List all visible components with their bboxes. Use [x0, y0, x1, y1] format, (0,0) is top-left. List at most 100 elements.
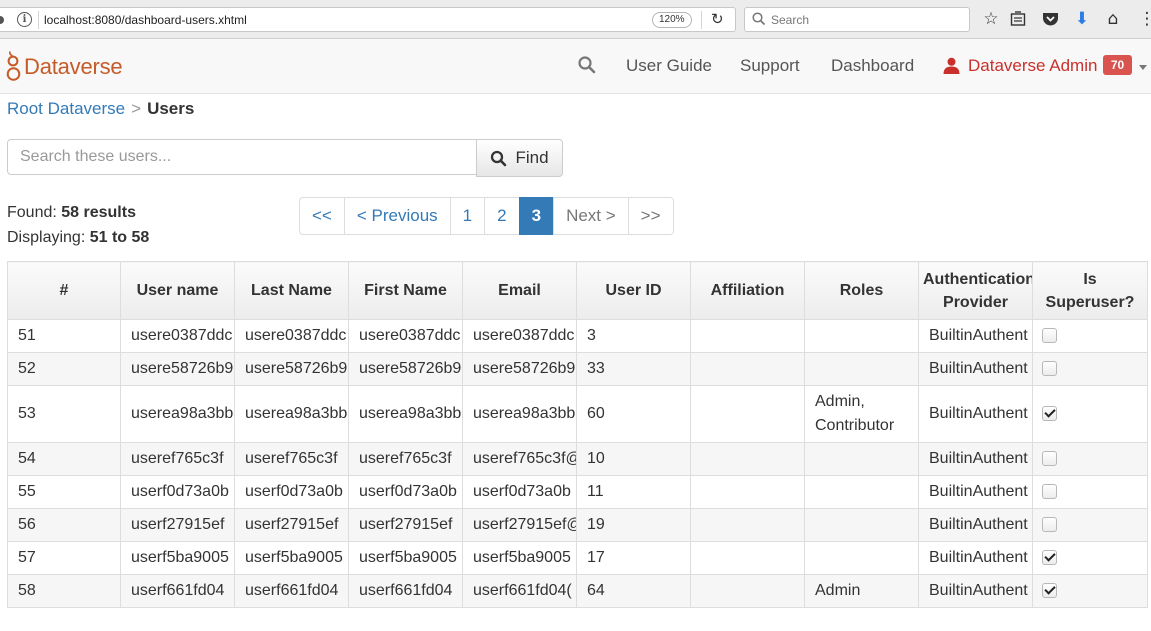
cell-roles [804, 442, 919, 476]
column-header-first-name[interactable]: First Name [348, 261, 463, 320]
cell-user-id: 17 [576, 541, 691, 575]
cell-last-name: userf5ba9005 [234, 541, 349, 575]
cell-auth-provider: BuiltinAuthent [918, 508, 1033, 542]
found-value: 58 results [61, 204, 136, 221]
cell-superuser [1032, 442, 1148, 476]
address-bar[interactable]: i localhost:8080/dashboard-users.xhtml 1… [0, 7, 736, 32]
info-icon[interactable]: i [17, 12, 32, 27]
found-label: Found: [7, 204, 57, 221]
home-icon[interactable]: ⌂ [1103, 9, 1123, 29]
search-icon [491, 150, 507, 166]
cell-auth-provider: BuiltinAuthent [918, 574, 1033, 608]
cell-email: usere58726b9 [462, 352, 577, 386]
pocket-icon[interactable] [1040, 9, 1060, 29]
cell-user-id: 64 [576, 574, 691, 608]
column-header-superuser[interactable]: Is Superuser? [1032, 261, 1148, 320]
column-header-last-name[interactable]: Last Name [234, 261, 349, 320]
page-previous-button[interactable]: < Previous [343, 197, 451, 235]
page-first-button[interactable]: << [299, 197, 345, 235]
cell-user-id: 11 [576, 475, 691, 509]
download-icon[interactable]: ⬇ [1072, 9, 1092, 29]
page-last-button[interactable]: >> [627, 197, 674, 235]
page-1-button[interactable]: 1 [449, 197, 486, 235]
results-displaying: Displaying: 51 to 58 [7, 229, 149, 247]
user-search-input[interactable] [7, 139, 477, 175]
cell-username: userf27915ef [120, 508, 235, 542]
back-button-edge[interactable] [0, 16, 4, 24]
column-header-affiliation[interactable]: Affiliation [690, 261, 805, 320]
reading-list-icon[interactable] [1008, 9, 1028, 29]
column-header-auth-provider[interactable]: Authentication Provider [918, 261, 1033, 320]
user-menu[interactable]: Dataverse Admin [968, 56, 1097, 76]
cell-superuser [1032, 319, 1148, 353]
cell-email: userf27915ef@ [462, 508, 577, 542]
notification-badge[interactable]: 70 [1103, 55, 1132, 75]
chevron-down-icon[interactable] [1139, 65, 1147, 70]
url-text[interactable]: localhost:8080/dashboard-users.xhtml [44, 13, 247, 27]
find-button[interactable]: Find [476, 139, 563, 177]
table-row: 55 userf0d73a0b userf0d73a0b userf0d73a0b us… [7, 475, 1148, 509]
row-number: 57 [7, 541, 121, 575]
page-2-button[interactable]: 2 [484, 197, 520, 235]
cell-affiliation [690, 352, 805, 386]
reload-icon[interactable]: ↻ [711, 10, 724, 28]
cell-email: useref765c3f@ [462, 442, 577, 476]
cell-affiliation [690, 574, 805, 608]
cell-email: usere0387ddc [462, 319, 577, 353]
table-row: 56 userf27915ef userf27915ef userf27915ef us… [7, 508, 1148, 542]
cell-username: userf5ba9005 [120, 541, 235, 575]
column-header-user-id[interactable]: User ID [576, 261, 691, 320]
column-header-roles[interactable]: Roles [804, 261, 919, 320]
cell-user-id: 10 [576, 442, 691, 476]
cell-roles [804, 541, 919, 575]
row-number: 56 [7, 508, 121, 542]
column-header-number[interactable]: # [7, 261, 121, 320]
cell-username: usere0387ddc [120, 319, 235, 353]
superuser-checkbox[interactable] [1042, 328, 1057, 344]
cell-affiliation [690, 508, 805, 542]
cell-last-name: useref765c3f [234, 442, 349, 476]
breadcrumb-root-link[interactable]: Root Dataverse [7, 99, 125, 118]
cell-user-id: 19 [576, 508, 691, 542]
results-found: Found: 58 results [7, 204, 136, 222]
page-title: Users [147, 99, 195, 118]
superuser-checkbox[interactable] [1042, 451, 1057, 467]
superuser-checkbox[interactable] [1042, 484, 1057, 500]
cell-roles [804, 319, 919, 353]
superuser-checkbox[interactable] [1042, 517, 1057, 533]
brand-name: Dataverse [24, 54, 123, 79]
cell-user-id: 33 [576, 352, 691, 386]
cell-first-name: usere0387ddc [348, 319, 463, 353]
nav-user-guide[interactable]: User Guide [626, 56, 712, 76]
table-row: 53 userea98a3bb userea98a3bb userea98a3bb us… [7, 385, 1148, 443]
menu-icon[interactable]: ⋮ [1137, 9, 1151, 29]
search-icon[interactable] [577, 55, 597, 75]
cell-superuser [1032, 385, 1148, 443]
superuser-checkbox[interactable] [1042, 550, 1057, 566]
star-icon[interactable]: ☆ [981, 9, 1001, 29]
table-row: 57 userf5ba9005 userf5ba9005 userf5ba9005 us… [7, 541, 1148, 575]
zoom-level-badge[interactable]: 120% [652, 12, 692, 28]
nav-dashboard[interactable]: Dashboard [831, 56, 914, 76]
page-next-button[interactable]: Next > [553, 197, 629, 235]
cell-first-name: usere58726b9 [348, 352, 463, 386]
nav-support[interactable]: Support [740, 56, 800, 76]
column-header-email[interactable]: Email [462, 261, 577, 320]
row-number: 53 [7, 385, 121, 443]
superuser-checkbox[interactable] [1042, 583, 1057, 599]
superuser-checkbox[interactable] [1042, 406, 1057, 422]
superuser-checkbox[interactable] [1042, 361, 1057, 377]
column-header-username[interactable]: User name [120, 261, 235, 320]
cell-superuser [1032, 574, 1148, 608]
cell-roles [804, 508, 919, 542]
cell-superuser [1032, 475, 1148, 509]
dataverse-logo[interactable]: Dataverse [5, 49, 123, 85]
cell-email: userf0d73a0b [462, 475, 577, 509]
browser-toolbar: i localhost:8080/dashboard-users.xhtml 1… [0, 0, 1151, 39]
row-number: 51 [7, 319, 121, 353]
page-3-button[interactable]: 3 [518, 197, 555, 235]
cell-last-name: usere0387ddc [234, 319, 349, 353]
displaying-value: 51 to 58 [89, 229, 150, 246]
browser-search-box[interactable]: Search [744, 7, 970, 32]
user-icon[interactable] [943, 57, 960, 74]
